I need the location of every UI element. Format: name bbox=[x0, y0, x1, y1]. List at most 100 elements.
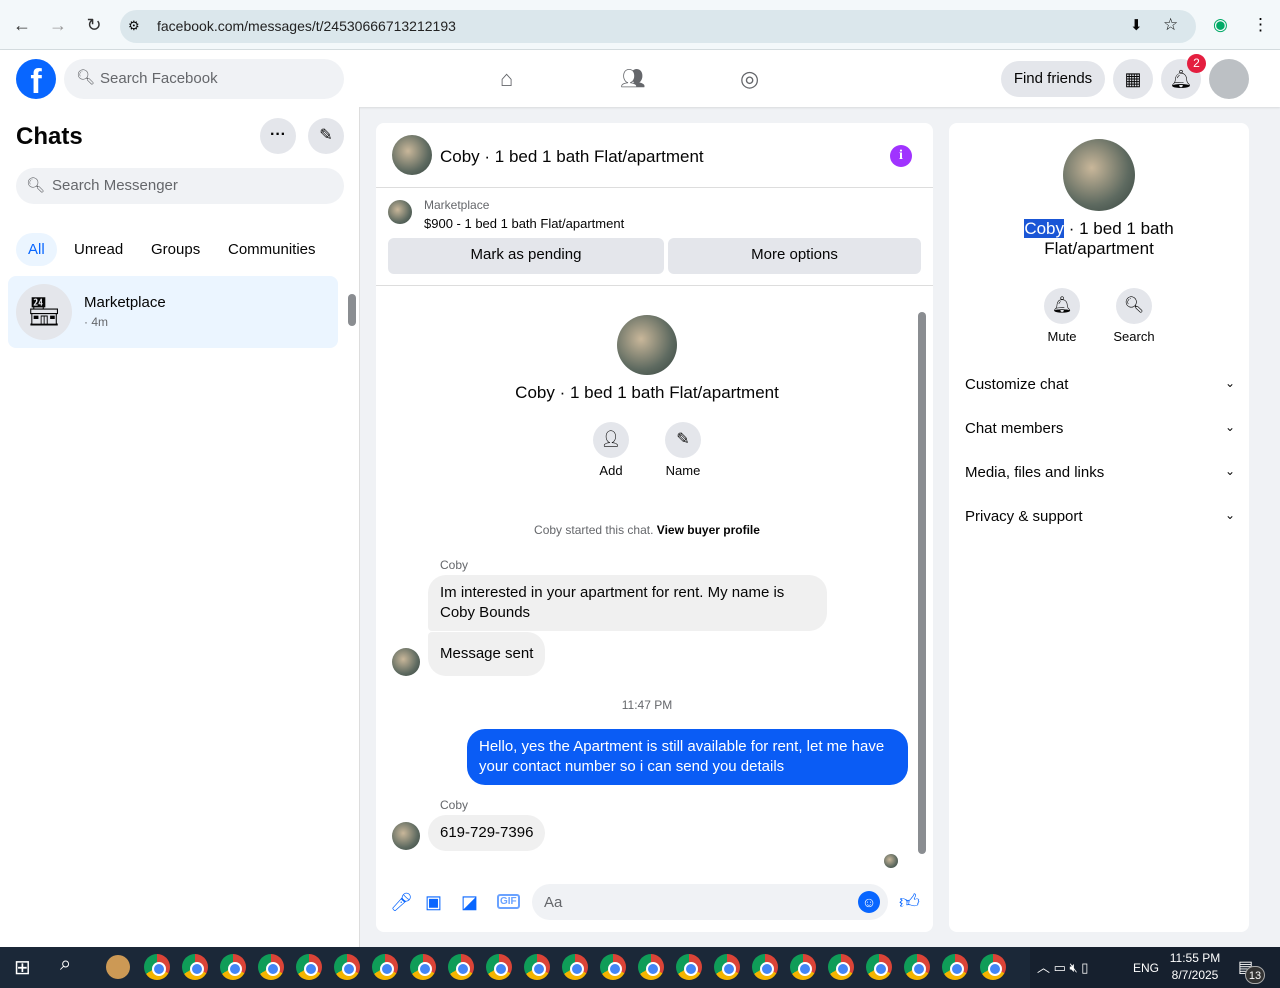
incoming-message[interactable]: 619-729-7396 bbox=[428, 815, 546, 851]
incoming-message[interactable]: Message sent bbox=[428, 632, 546, 676]
section-label: Chat members bbox=[965, 420, 1064, 437]
selected-name-text: Coby bbox=[1024, 219, 1065, 238]
more-options-button[interactable]: More options bbox=[668, 238, 921, 274]
chrome-taskbar-icon[interactable] bbox=[296, 954, 322, 980]
sender-name: Coby bbox=[440, 798, 469, 812]
add-person-icon[interactable]: 👤︎ bbox=[593, 422, 629, 458]
chrome-taskbar-icon[interactable] bbox=[486, 954, 512, 980]
incoming-message[interactable]: Im interested in your apartment for rent… bbox=[428, 575, 827, 631]
more-options-icon[interactable]: ··· bbox=[260, 118, 296, 154]
groups-icon[interactable]: ◎ bbox=[740, 66, 759, 92]
chat-name: Marketplace bbox=[84, 294, 166, 311]
view-buyer-profile-link[interactable]: View buyer profile bbox=[657, 523, 760, 537]
filter-unread[interactable]: Unread bbox=[62, 233, 135, 266]
facebook-logo[interactable]: f bbox=[16, 59, 56, 99]
listing-label: Marketplace bbox=[424, 198, 490, 212]
paint-app-icon[interactable] bbox=[106, 955, 130, 979]
sidebar-scrollbar[interactable] bbox=[348, 280, 356, 340]
chat-avatar[interactable] bbox=[392, 135, 432, 175]
find-friends-button[interactable]: Find friends bbox=[1001, 61, 1105, 97]
menu-icon[interactable]: ⋮ bbox=[1252, 15, 1269, 35]
language-indicator[interactable]: ENG bbox=[1133, 961, 1159, 975]
chrome-taskbar-icon[interactable] bbox=[828, 954, 854, 980]
privacy-support-section[interactable]: Privacy & support ⌄ bbox=[965, 508, 1235, 525]
search-messenger-input[interactable]: 🔍︎ Search Messenger bbox=[16, 168, 344, 204]
chevron-down-icon: ⌄ bbox=[1224, 508, 1235, 522]
mute-bell-icon[interactable]: 🔔︎ bbox=[1044, 288, 1080, 324]
account-avatar[interactable] bbox=[1209, 59, 1249, 99]
info-avatar bbox=[1063, 139, 1135, 211]
edit-name-icon[interactable]: ✎ bbox=[665, 422, 701, 458]
home-icon[interactable]: ⌂ bbox=[500, 66, 513, 92]
chrome-taskbar-icon[interactable] bbox=[562, 954, 588, 980]
sticker-icon[interactable]: ◪ bbox=[461, 892, 478, 913]
search-icon: 🔍︎ bbox=[76, 69, 96, 86]
profile-icon[interactable]: ◉ bbox=[1213, 15, 1228, 35]
chrome-taskbar-icon[interactable] bbox=[752, 954, 778, 980]
chrome-taskbar-icon[interactable] bbox=[182, 954, 208, 980]
chrome-taskbar-icon[interactable] bbox=[448, 954, 474, 980]
chrome-taskbar-icon[interactable] bbox=[258, 954, 284, 980]
url-text[interactable]: facebook.com/messages/t/2453066671321219… bbox=[157, 18, 456, 34]
section-label: Privacy & support bbox=[965, 508, 1083, 525]
reload-button[interactable]: ↻ bbox=[82, 13, 106, 37]
search-placeholder: Search Facebook bbox=[100, 70, 218, 87]
chat-title[interactable]: Coby · 1 bed 1 bath Flat/apartment bbox=[440, 147, 704, 167]
thumbs-up-icon[interactable]: 👍︎ bbox=[899, 890, 920, 914]
chrome-taskbar-icon[interactable] bbox=[524, 954, 550, 980]
chat-scrollbar[interactable] bbox=[918, 290, 928, 868]
chrome-taskbar-icon[interactable] bbox=[980, 954, 1006, 980]
mark-as-pending-button[interactable]: Mark as pending bbox=[388, 238, 664, 274]
emoji-icon[interactable]: ☺ bbox=[858, 891, 880, 913]
windows-start-icon[interactable]: ⊞ bbox=[14, 955, 31, 980]
back-button[interactable]: ← bbox=[10, 13, 34, 37]
friends-icon[interactable]: 👥︎ bbox=[620, 66, 645, 91]
filter-communities[interactable]: Communities bbox=[216, 233, 328, 266]
chrome-taskbar-icon[interactable] bbox=[144, 954, 170, 980]
taskbar-search-icon[interactable]: ⌕ bbox=[60, 953, 71, 976]
gif-icon[interactable]: GIF bbox=[497, 894, 520, 909]
search-icon[interactable]: 🔍︎ bbox=[1116, 288, 1152, 324]
customize-chat-section[interactable]: Customize chat ⌄ bbox=[965, 376, 1235, 393]
chrome-taskbar-icon[interactable] bbox=[904, 954, 930, 980]
chat-list-item[interactable]: 🏪︎ Marketplace · 4m bbox=[8, 276, 338, 348]
chrome-taskbar-icon[interactable] bbox=[638, 954, 664, 980]
microphone-icon[interactable]: 🎤︎ bbox=[390, 892, 413, 913]
chrome-taskbar-icon[interactable] bbox=[334, 954, 360, 980]
listing-thumbnail bbox=[388, 200, 412, 224]
chrome-taskbar-icon[interactable] bbox=[790, 954, 816, 980]
message-input[interactable]: Aa ☺ bbox=[532, 884, 888, 920]
chrome-taskbar-icon[interactable] bbox=[410, 954, 436, 980]
forward-button[interactable]: → bbox=[46, 13, 70, 37]
listing-title[interactable]: $900 - 1 bed 1 bath Flat/apartment bbox=[424, 216, 624, 231]
intro-avatar bbox=[617, 315, 677, 375]
chevron-down-icon: ⌄ bbox=[1224, 464, 1235, 478]
started-text: Coby started this chat. bbox=[534, 523, 654, 537]
chrome-taskbar-icon[interactable] bbox=[942, 954, 968, 980]
chrome-taskbar-icon[interactable] bbox=[600, 954, 626, 980]
photo-icon[interactable]: ▣ bbox=[425, 892, 442, 913]
chats-title: Chats bbox=[16, 123, 83, 150]
filter-groups[interactable]: Groups bbox=[139, 233, 212, 266]
info-name: Coby · 1 bed 1 bath Flat/apartment bbox=[949, 219, 1249, 259]
search-facebook-input[interactable]: 🔍︎ Search Facebook bbox=[64, 59, 344, 99]
chrome-taskbar-icon[interactable] bbox=[714, 954, 740, 980]
chat-members-section[interactable]: Chat members ⌄ bbox=[965, 420, 1235, 437]
new-message-icon[interactable]: ✎ bbox=[308, 118, 344, 154]
bookmark-star-icon[interactable]: ☆ bbox=[1163, 15, 1178, 35]
chrome-taskbar-icon[interactable] bbox=[676, 954, 702, 980]
clock[interactable]: 11:55 PM 8/7/2025 bbox=[1166, 951, 1224, 982]
info-icon[interactable]: i bbox=[890, 145, 912, 167]
filter-all[interactable]: All bbox=[16, 233, 57, 266]
chrome-taskbar-icon[interactable] bbox=[866, 954, 892, 980]
chrome-taskbar-icon[interactable] bbox=[372, 954, 398, 980]
outgoing-message[interactable]: Hello, yes the Apartment is still availa… bbox=[467, 729, 908, 785]
read-receipt-avatar bbox=[884, 854, 898, 868]
menu-grid-icon[interactable]: ▦ bbox=[1113, 59, 1153, 99]
tray-icons[interactable]: ︿ ▭ 🔇︎ ▯ bbox=[1037, 957, 1088, 976]
message-placeholder: Aa bbox=[544, 894, 563, 911]
install-icon[interactable]: ⬇ bbox=[1130, 16, 1143, 34]
media-files-links-section[interactable]: Media, files and links ⌄ bbox=[965, 464, 1235, 481]
chrome-taskbar-icon[interactable] bbox=[220, 954, 246, 980]
site-info-icon[interactable]: ⚙ bbox=[128, 18, 140, 34]
